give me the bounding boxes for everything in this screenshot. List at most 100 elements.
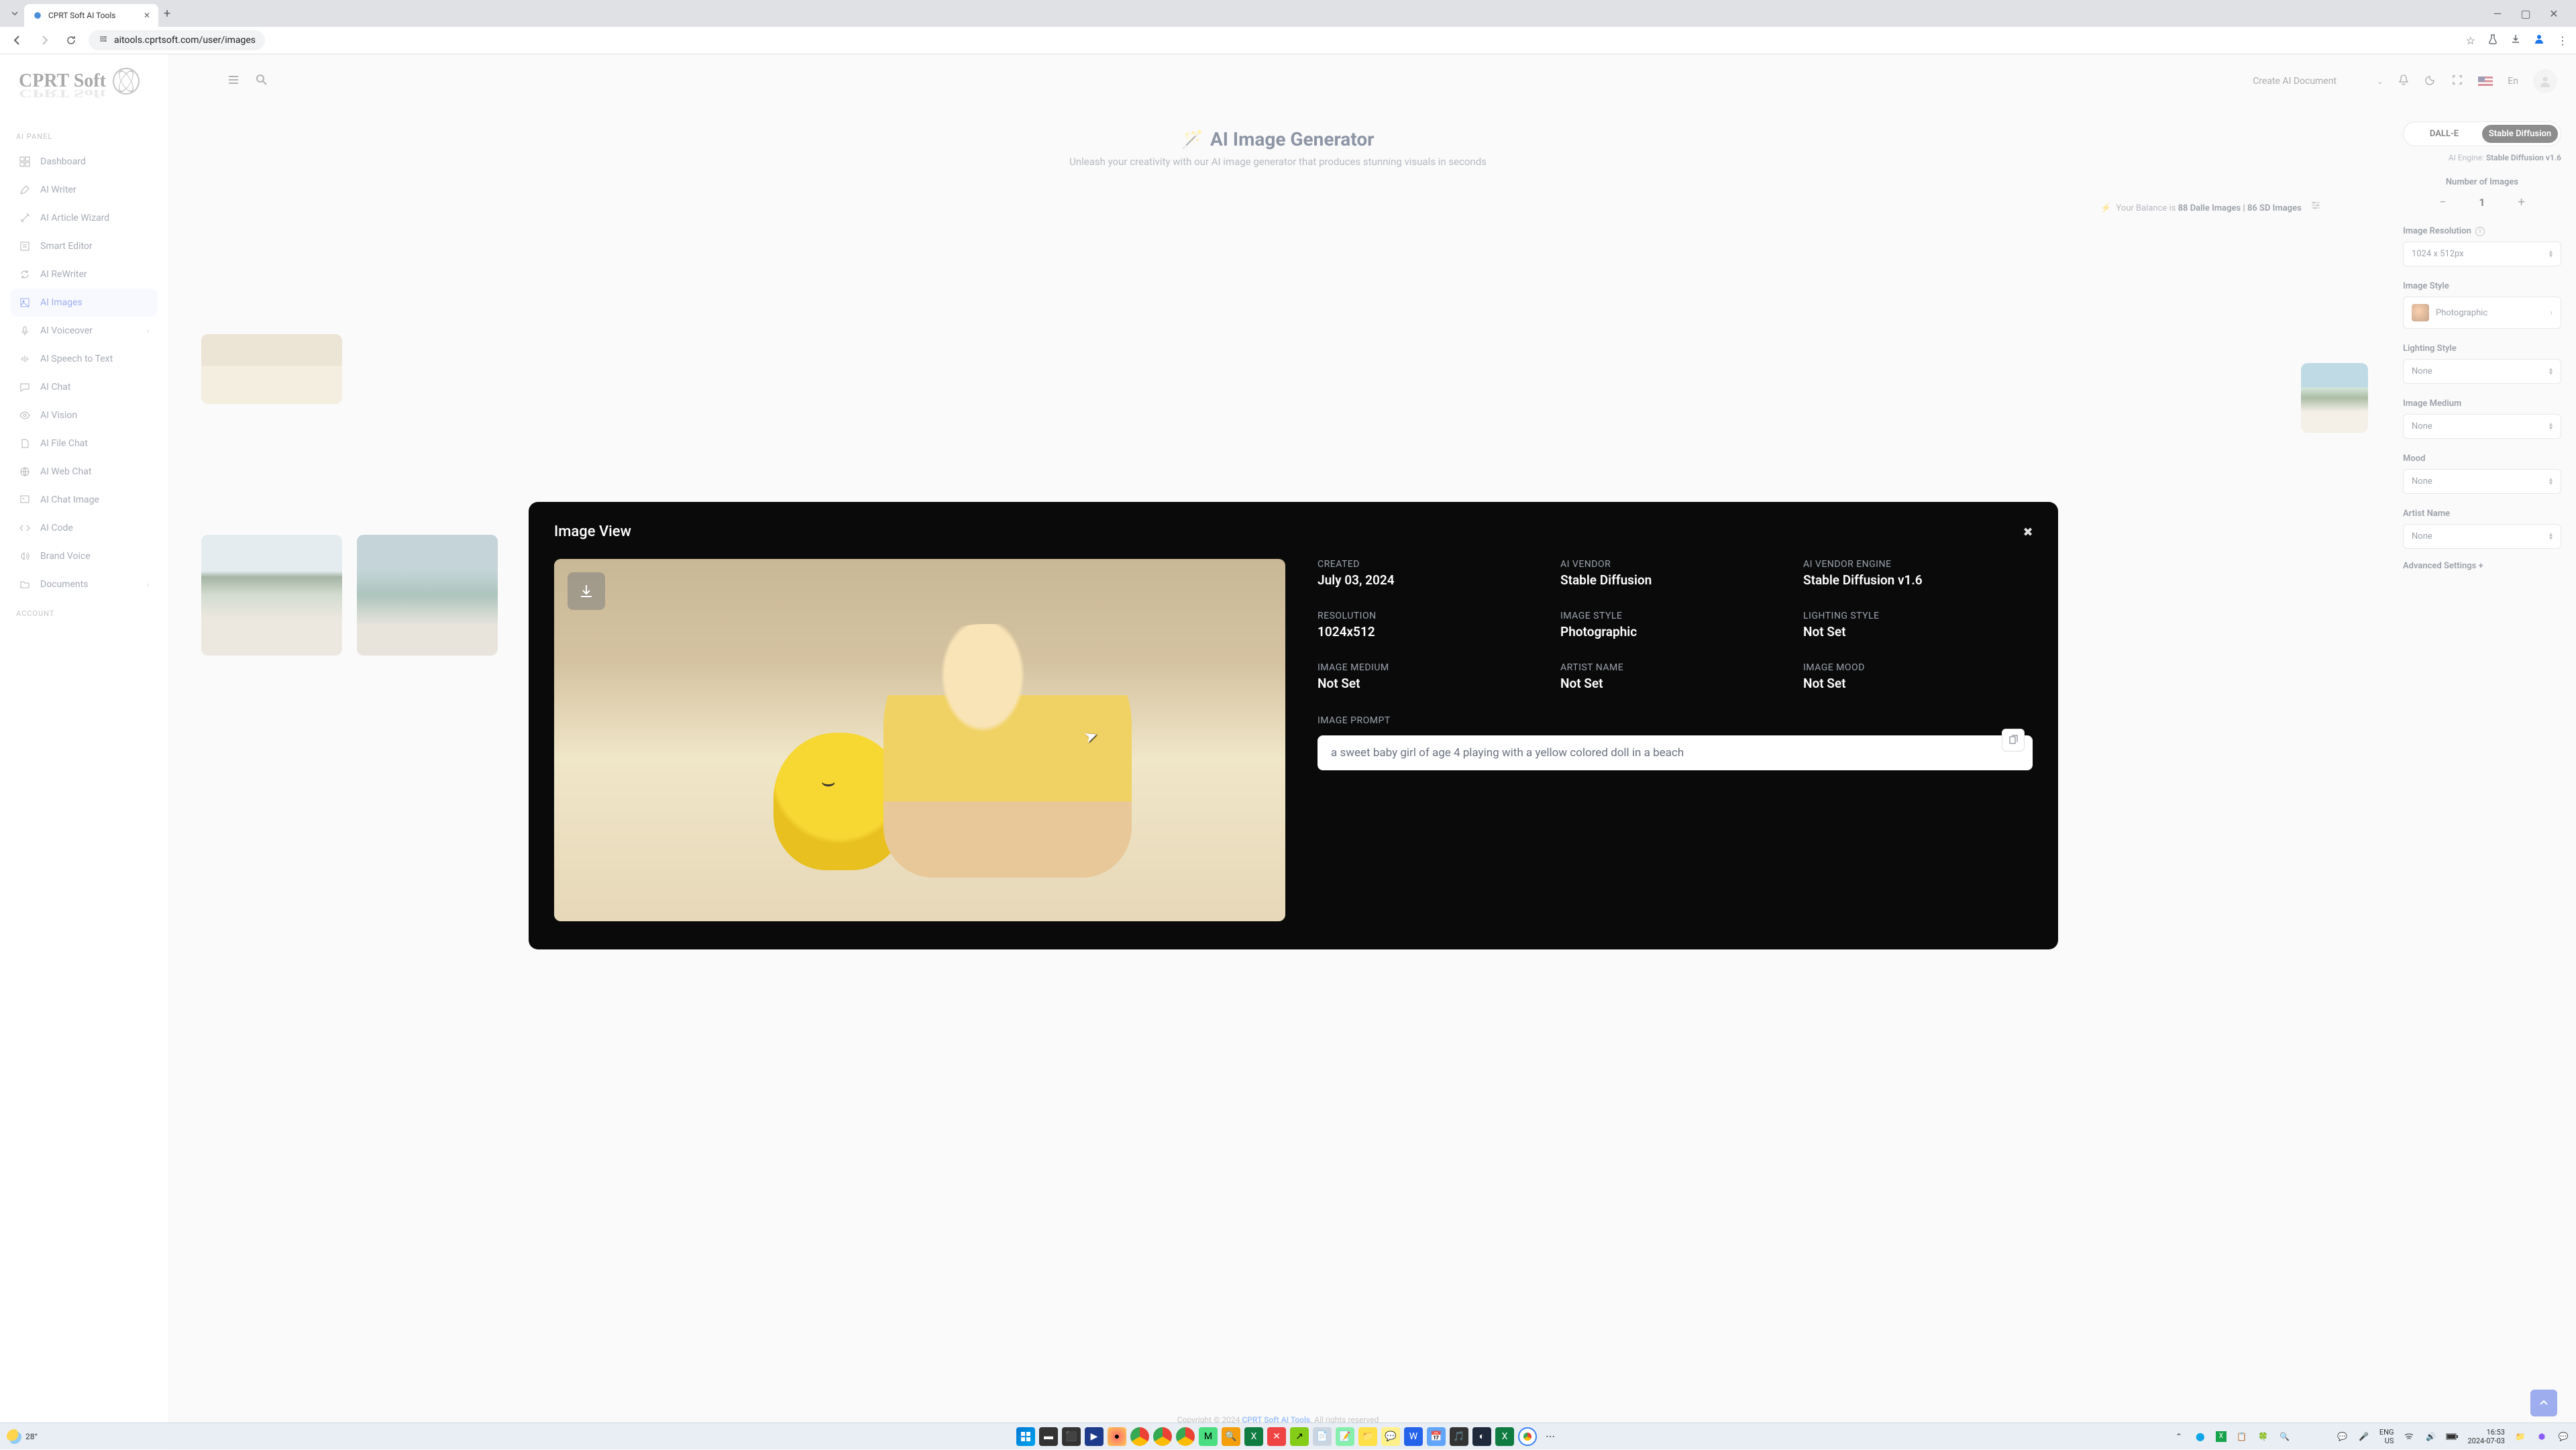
more-apps-icon[interactable]: ⋯: [1541, 1427, 1560, 1446]
labs-icon[interactable]: [2487, 34, 2498, 47]
tab-stable-diffusion[interactable]: Stable Diffusion: [2482, 125, 2558, 143]
excel-icon[interactable]: X: [1244, 1427, 1263, 1446]
taskbar-app-icon[interactable]: ✕: [1267, 1427, 1286, 1446]
steam-icon[interactable]: ◐: [1472, 1427, 1491, 1446]
taskbar-app-icon[interactable]: ●: [1108, 1427, 1126, 1446]
sidebar-item-vision[interactable]: AI Vision: [11, 401, 157, 429]
sidebar-item-chat[interactable]: AI Chat: [11, 373, 157, 401]
gallery-thumb[interactable]: [201, 535, 342, 656]
tabs-dropdown-icon[interactable]: [5, 4, 24, 23]
browser-tab[interactable]: CPRT Soft AI Tools ✕: [24, 4, 158, 27]
chrome-icon[interactable]: [1130, 1427, 1149, 1446]
download-icon[interactable]: [2510, 34, 2521, 47]
modal-close-button[interactable]: ✖: [2018, 522, 2038, 542]
new-tab-button[interactable]: +: [164, 7, 170, 21]
clock[interactable]: 16:53 2024-07-03: [2467, 1428, 2505, 1445]
notifications-icon[interactable]: 💬: [2557, 1431, 2569, 1443]
battery-icon[interactable]: [2446, 1431, 2458, 1443]
taskbar-app-icon[interactable]: 📄: [1313, 1427, 1332, 1446]
taskbar-app-icon[interactable]: 🎵: [1450, 1427, 1468, 1446]
tray-app-icon[interactable]: X: [2216, 1431, 2226, 1442]
create-document-dropdown[interactable]: Create AI Document ⌄: [2253, 76, 2383, 87]
sidebar-item-rewriter[interactable]: AI ReWriter: [11, 260, 157, 289]
profile-icon[interactable]: [2533, 33, 2545, 48]
lighting-select[interactable]: None▴▾: [2403, 359, 2561, 384]
chrome-active-icon[interactable]: [1518, 1427, 1537, 1446]
weather-widget[interactable]: 28°: [7, 1429, 38, 1444]
dark-mode-icon[interactable]: [2424, 74, 2436, 89]
language-indicator[interactable]: ENG US: [2379, 1428, 2394, 1445]
resolution-select[interactable]: 1024 x 512px▴▾: [2403, 242, 2561, 266]
info-icon[interactable]: i: [2475, 227, 2485, 236]
decrement-button[interactable]: −: [2433, 193, 2452, 211]
taskbar-app-icon[interactable]: ▶: [1085, 1427, 1104, 1446]
taskbar-app-icon[interactable]: 📝: [1336, 1427, 1354, 1446]
tray-app-icon[interactable]: 🔍: [2279, 1431, 2291, 1443]
sidebar-item-chat-image[interactable]: AI Chat Image: [11, 486, 157, 514]
maximize-icon[interactable]: ▢: [2514, 4, 2537, 23]
close-window-icon[interactable]: ✕: [2542, 4, 2565, 23]
url-input[interactable]: aitools.cprtsoft.com/user/images: [89, 30, 265, 50]
sidebar-item-file-chat[interactable]: AI File Chat: [11, 429, 157, 458]
bell-icon[interactable]: [2398, 74, 2410, 89]
minimize-icon[interactable]: —: [2486, 4, 2509, 23]
gallery-thumb[interactable]: [2301, 363, 2368, 433]
fullscreen-icon[interactable]: [2451, 74, 2463, 89]
wifi-icon[interactable]: [2403, 1431, 2415, 1443]
tray-icon[interactable]: ⬢: [2536, 1431, 2548, 1443]
gallery-thumb[interactable]: [201, 334, 342, 404]
sidebar-item-dashboard[interactable]: Dashboard: [11, 148, 157, 176]
excel-icon[interactable]: X: [1495, 1427, 1514, 1446]
taskbar-app-icon[interactable]: ⬛: [1062, 1427, 1081, 1446]
search-icon[interactable]: [255, 73, 268, 89]
tray-arrow-icon[interactable]: ⌃: [2173, 1431, 2185, 1443]
taskbar-app-icon[interactable]: 🔍: [1222, 1427, 1240, 1446]
flag-icon[interactable]: [2478, 76, 2493, 86]
volume-icon[interactable]: 🔊: [2424, 1431, 2436, 1443]
hamburger-icon[interactable]: [227, 73, 240, 89]
download-button[interactable]: [568, 572, 605, 610]
gallery-thumb[interactable]: [357, 535, 498, 656]
tray-app-icon[interactable]: ⬤: [2194, 1431, 2206, 1443]
advanced-settings-toggle[interactable]: Advanced Settings +: [2403, 561, 2561, 571]
menu-icon[interactable]: ⋮: [2557, 34, 2568, 47]
mood-select[interactable]: None▴▾: [2403, 469, 2561, 494]
medium-select[interactable]: None▴▾: [2403, 414, 2561, 439]
copy-prompt-button[interactable]: [2002, 729, 2025, 752]
sidebar-item-writer[interactable]: AI Writer: [11, 176, 157, 204]
close-tab-icon[interactable]: ✕: [144, 11, 150, 20]
back-icon[interactable]: [8, 31, 27, 50]
sidebar-item-article-wizard[interactable]: AI Article Wizard: [11, 204, 157, 232]
word-icon[interactable]: W: [1404, 1427, 1423, 1446]
increment-button[interactable]: +: [2512, 193, 2531, 211]
style-select[interactable]: Photographic›: [2403, 297, 2561, 329]
sidebar-item-voiceover[interactable]: AI Voiceover›: [11, 317, 157, 345]
sidebar-item-documents[interactable]: Documents›: [11, 570, 157, 599]
artist-select[interactable]: None▴▾: [2403, 524, 2561, 549]
mic-tray-icon[interactable]: 🎤: [2358, 1431, 2370, 1443]
site-info-icon[interactable]: [98, 34, 109, 47]
sidebar-item-code[interactable]: AI Code: [11, 514, 157, 542]
user-avatar[interactable]: [2533, 69, 2557, 93]
chrome-icon[interactable]: [1153, 1427, 1172, 1446]
settings-sliders-icon[interactable]: [2310, 203, 2321, 213]
chrome-icon[interactable]: [1176, 1427, 1195, 1446]
bookmark-icon[interactable]: ☆: [2466, 34, 2475, 47]
reload-icon[interactable]: [62, 31, 80, 50]
scroll-to-top-button[interactable]: [2530, 1390, 2557, 1416]
taskbar-app-icon[interactable]: 💬: [1381, 1427, 1400, 1446]
taskbar-app-icon[interactable]: M: [1199, 1427, 1218, 1446]
sidebar-item-brand-voice[interactable]: Brand Voice: [11, 542, 157, 570]
tray-icon[interactable]: 📁: [2514, 1431, 2526, 1443]
tab-dalle[interactable]: DALL-E: [2406, 125, 2482, 143]
tray-app-icon[interactable]: 💬: [2337, 1431, 2349, 1443]
tray-app-icon[interactable]: 📋: [2236, 1431, 2248, 1443]
logo[interactable]: CPRT Soft: [19, 68, 140, 95]
explorer-icon[interactable]: 📁: [1358, 1427, 1377, 1446]
lang-label[interactable]: En: [2508, 76, 2518, 87]
forward-icon[interactable]: [35, 31, 54, 50]
start-icon[interactable]: [1016, 1427, 1035, 1446]
taskbar-app-icon[interactable]: 📅: [1427, 1427, 1446, 1446]
tray-app-icon[interactable]: 🍀: [2257, 1431, 2269, 1443]
sidebar-item-smart-editor[interactable]: Smart Editor: [11, 232, 157, 260]
